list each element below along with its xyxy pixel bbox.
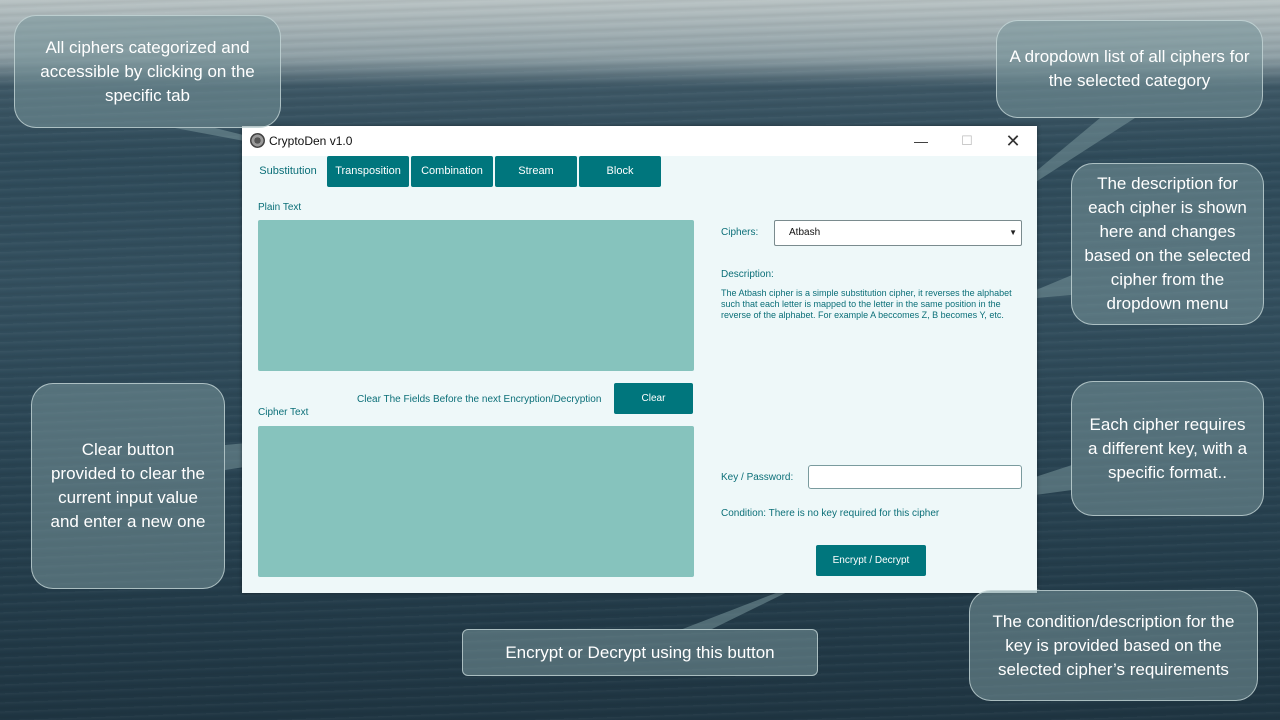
- cipher-select[interactable]: Atbash ▼: [774, 220, 1022, 246]
- callout-condition: The condition/description for the key is…: [969, 590, 1258, 701]
- app-logo-icon: [250, 133, 265, 148]
- tab-combination[interactable]: Combination: [411, 156, 493, 187]
- cipher-text-output[interactable]: [258, 426, 694, 577]
- callout-dropdown: A dropdown list of all ciphers for the s…: [996, 20, 1263, 118]
- description-label: Description:: [721, 269, 774, 280]
- plain-text-label: Plain Text: [258, 202, 302, 213]
- key-label: Key / Password:: [721, 472, 794, 483]
- plain-text-input[interactable]: [258, 220, 694, 371]
- window-title: CryptoDen v1.0: [269, 134, 353, 148]
- callout-description-text: The description for each cipher is shown…: [1084, 174, 1251, 313]
- chevron-down-icon: ▼: [1009, 228, 1017, 237]
- callout-encrypt: Encrypt or Decrypt using this button: [462, 629, 818, 676]
- ciphers-label: Ciphers:: [721, 227, 759, 238]
- title-bar: CryptoDen v1.0 — ☐ ✕: [242, 126, 1037, 156]
- callout-clear: Clear button provided to clear the curre…: [31, 383, 225, 589]
- key-input[interactable]: [808, 465, 1022, 489]
- callout-dropdown-text: A dropdown list of all ciphers for the s…: [1009, 47, 1250, 90]
- cipher-select-value: Atbash: [789, 227, 821, 238]
- callout-clear-text: Clear button provided to clear the curre…: [50, 440, 206, 531]
- callout-key: Each cipher requires a different key, wi…: [1071, 381, 1264, 516]
- app-window: CryptoDen v1.0 — ☐ ✕ Substitution Transp…: [242, 126, 1037, 593]
- tab-substitution[interactable]: Substitution: [248, 156, 328, 187]
- tab-block[interactable]: Block: [579, 156, 661, 187]
- description-text: The Atbash cipher is a simple substituti…: [721, 288, 1012, 320]
- callout-key-text: Each cipher requires a different key, wi…: [1087, 414, 1248, 482]
- condition-text: Condition: There is no key required for …: [721, 508, 940, 519]
- tab-transposition[interactable]: Transposition: [327, 156, 409, 187]
- clear-hint-text: Clear The Fields Before the next Encrypt…: [357, 394, 602, 405]
- minimize-button[interactable]: —: [906, 130, 936, 152]
- callout-encrypt-text: Encrypt or Decrypt using this button: [505, 642, 775, 662]
- callout-condition-text: The condition/description for the key is…: [992, 611, 1235, 679]
- callout-tabs-text: All ciphers categorized and accessible b…: [40, 37, 255, 105]
- callout-description: The description for each cipher is shown…: [1071, 163, 1264, 325]
- maximize-button[interactable]: ☐: [952, 130, 982, 152]
- cipher-text-label: Cipher Text: [258, 407, 309, 418]
- close-button[interactable]: ✕: [998, 130, 1028, 152]
- clear-button[interactable]: Clear: [614, 383, 693, 414]
- encrypt-decrypt-button[interactable]: Encrypt / Decrypt: [816, 545, 926, 576]
- callout-tabs: All ciphers categorized and accessible b…: [14, 15, 281, 128]
- tab-stream[interactable]: Stream: [495, 156, 577, 187]
